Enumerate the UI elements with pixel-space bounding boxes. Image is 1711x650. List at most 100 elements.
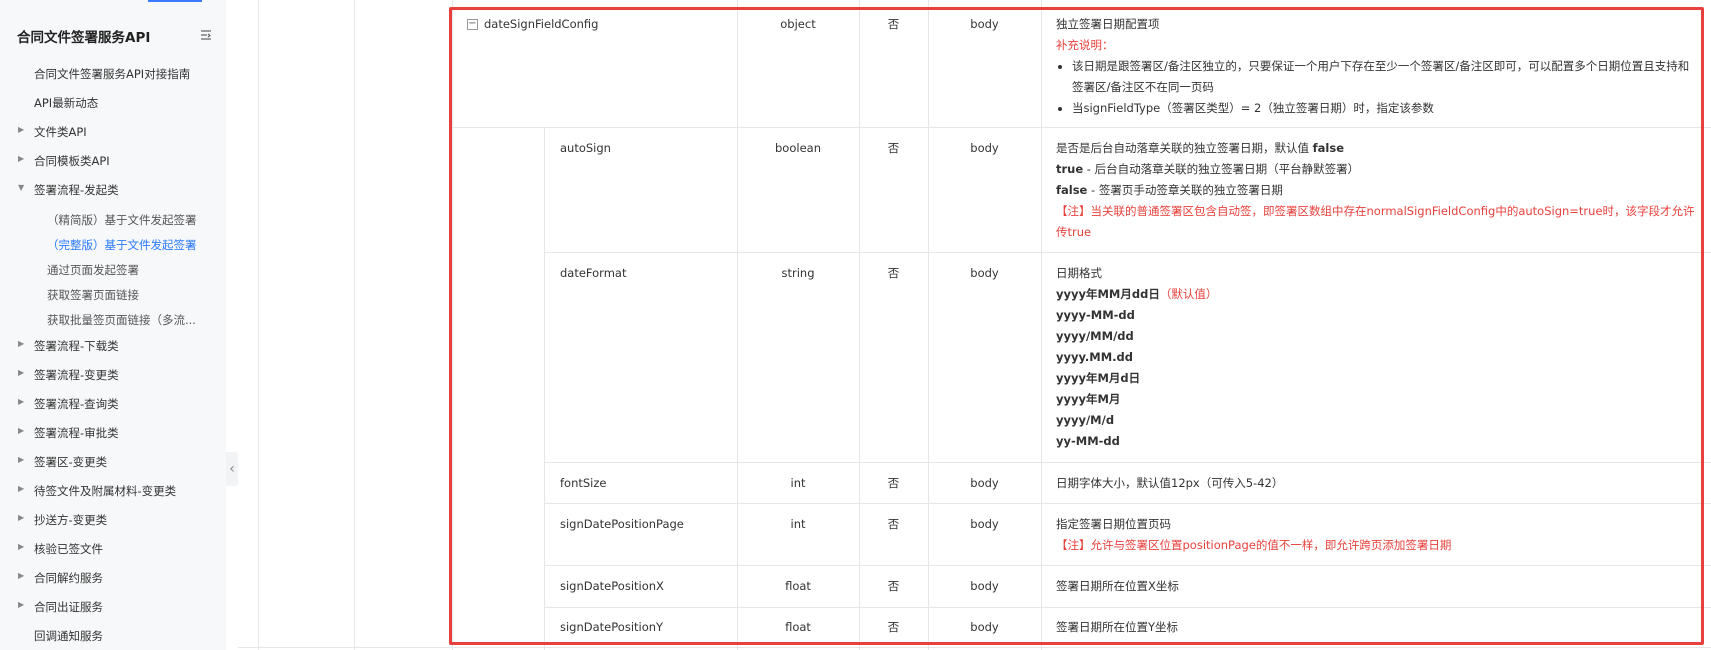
sidebar-item-download[interactable]: ▶ 签署流程-下载类 <box>0 335 226 357</box>
param-required: 否 <box>887 266 900 280</box>
param-description: 独立签署日期配置项 补充说明： 该日期是跟签署区/备注区独立的，只要保证一个用户… <box>1056 14 1696 119</box>
caret-right-icon: ▶ <box>18 600 25 609</box>
date-format-item: yyyy年M月 <box>1056 392 1121 406</box>
desc-text: 是否是后台自动落章关联的独立签署日期，默认值 false <box>1056 141 1345 155</box>
sidebar-item-label: 签署流程-发起类 <box>34 183 119 197</box>
sidebar-item-label: 签署流程-审批类 <box>34 426 119 440</box>
params-table: − dateSignFieldConfig object 否 body 独立签署… <box>238 0 1711 650</box>
param-description: 日期格式 yyyy年MM月dd日（默认值） yyyy-MM-dd yyyy/MM… <box>1056 263 1696 452</box>
sidebar-item-sign-flow-start[interactable]: ▼ 签署流程-发起类 <box>0 179 226 201</box>
param-name: signDatePositionPage <box>560 517 684 531</box>
sidebar-item-label: 签署流程-下载类 <box>34 339 119 353</box>
sidebar-item-label: 核验已签文件 <box>34 542 103 556</box>
param-required: 否 <box>887 517 900 531</box>
caret-right-icon: ▶ <box>18 154 25 163</box>
sidebar-item-change[interactable]: ▶ 签署流程-变更类 <box>0 364 226 386</box>
date-format-item: yyyy/M/d <box>1056 413 1115 427</box>
sidebar-item-label: （完整版）基于文件发起签署 <box>47 238 197 252</box>
sidebar-item-cc-change[interactable]: ▶ 抄送方-变更类 <box>0 509 226 531</box>
desc-text: 指定签署日期位置页码 <box>1056 517 1171 531</box>
sidebar-item-label: 签署流程-查询类 <box>34 397 119 411</box>
caret-right-icon: ▶ <box>18 455 25 464</box>
caret-right-icon: ▶ <box>18 397 25 406</box>
param-type: boolean <box>775 141 821 155</box>
desc-text: false - 签署页手动签章关联的独立签署日期 <box>1056 183 1283 197</box>
sidebar-item-query[interactable]: ▶ 签署流程-查询类 <box>0 393 226 415</box>
param-name: dateFormat <box>560 266 627 280</box>
sidebar-item-guide[interactable]: 合同文件签署服务API对接指南 <box>0 63 226 85</box>
param-location: body <box>970 476 999 490</box>
caret-right-icon: ▶ <box>18 125 25 134</box>
sidebar-item-label: 合同模板类API <box>34 154 110 168</box>
top-accent-bar <box>148 0 202 2</box>
desc-bullet: 该日期是跟签署区/备注区独立的，只要保证一个用户下存在至少一个签署区/备注区即可… <box>1072 56 1696 98</box>
sidebar-item-label: 文件类API <box>34 125 87 139</box>
sidebar-item-label: 签署流程-变更类 <box>34 368 119 382</box>
sidebar-item-simple-sign[interactable]: （精简版）基于文件发起签署 <box>0 209 226 231</box>
param-type: float <box>785 620 811 634</box>
param-type: int <box>790 517 806 531</box>
caret-right-icon: ▶ <box>18 426 25 435</box>
sidebar-item-full-sign[interactable]: （完整版）基于文件发起签署 <box>0 234 226 256</box>
param-location: body <box>970 266 999 280</box>
sidebar-item-evidence[interactable]: ▶ 合同出证服务 <box>0 596 226 618</box>
param-required: 否 <box>887 579 900 593</box>
param-description: 是否是后台自动落章关联的独立签署日期，默认值 false true - 后台自动… <box>1056 138 1696 243</box>
param-description: 签署日期所在位置X坐标 <box>1056 579 1179 593</box>
param-location: body <box>970 141 999 155</box>
param-type: object <box>780 17 816 31</box>
sidebar-item-batch-sign-url[interactable]: 获取批量签页面链接（多流... <box>0 309 226 331</box>
caret-right-icon: ▶ <box>18 368 25 377</box>
param-location: body <box>970 517 999 531</box>
sidebar-item-approve[interactable]: ▶ 签署流程-审批类 <box>0 422 226 444</box>
caret-right-icon: ▶ <box>18 542 25 551</box>
param-name: autoSign <box>560 141 611 155</box>
param-location: body <box>970 620 999 634</box>
sidebar-item-page-sign[interactable]: 通过页面发起签署 <box>0 259 226 281</box>
caret-right-icon: ▶ <box>18 571 25 580</box>
sidebar-item-file-api[interactable]: ▶ 文件类API <box>0 121 226 143</box>
sidebar-item-verify[interactable]: ▶ 核验已签文件 <box>0 538 226 560</box>
param-required: 否 <box>887 476 900 490</box>
date-format-item: yy-MM-dd <box>1056 434 1120 448</box>
caret-right-icon: ▶ <box>18 513 25 522</box>
desc-warning: 【注】允许与签署区位置positionPage的值不一样，即允许跨页添加签署日期 <box>1056 538 1452 552</box>
sidebar-item-label: （精简版）基于文件发起签署 <box>47 213 197 227</box>
param-required: 否 <box>887 620 900 634</box>
param-description: 指定签署日期位置页码 【注】允许与签署区位置positionPage的值不一样，… <box>1056 514 1696 556</box>
collapse-all-icon[interactable] <box>199 27 213 41</box>
sidebar-item-template-api[interactable]: ▶ 合同模板类API <box>0 150 226 172</box>
sidebar-item-label: 合同出证服务 <box>34 600 103 614</box>
sidebar-item-label: 获取签署页面链接 <box>47 288 139 302</box>
param-description: 签署日期所在位置Y坐标 <box>1056 620 1179 634</box>
param-type: string <box>781 266 815 280</box>
sidebar-item-label: 待签文件及附属材料-变更类 <box>34 484 177 498</box>
sidebar-collapse-handle[interactable]: ‹ <box>226 452 238 486</box>
param-location: body <box>970 17 999 31</box>
sidebar-item-label: 回调通知服务 <box>34 629 103 643</box>
param-type: int <box>790 476 806 490</box>
desc-warning: 【注】当关联的普通签署区包含自动签，即签署区数组中存在normalSignFie… <box>1056 204 1695 239</box>
date-format-item: yyyy年MM月dd日（默认值） <box>1056 287 1218 301</box>
sidebar-item-latest[interactable]: API最新动态 <box>0 92 226 114</box>
sidebar-item-label: 抄送方-变更类 <box>34 513 108 527</box>
row-collapse-toggle[interactable]: − <box>467 19 478 30</box>
param-name: signDatePositionY <box>560 620 664 634</box>
sidebar-item-sign-field-change[interactable]: ▶ 签署区-变更类 <box>0 451 226 473</box>
sidebar-item-terminate[interactable]: ▶ 合同解约服务 <box>0 567 226 589</box>
param-name: fontSize <box>560 476 607 490</box>
param-type: float <box>785 579 811 593</box>
param-location: body <box>970 579 999 593</box>
desc-text: true - 后台自动落章关联的独立签署日期（平台静默签署） <box>1056 162 1360 176</box>
desc-text: 日期格式 <box>1056 266 1102 280</box>
sidebar-item-label: 通过页面发起签署 <box>47 263 139 277</box>
desc-text: 独立签署日期配置项 <box>1056 17 1160 31</box>
desc-bullet: 当signFieldType（签署区类型）= 2（独立签署日期）时，指定该参数 <box>1072 98 1696 119</box>
caret-right-icon: ▶ <box>18 339 25 348</box>
chevron-left-icon: ‹ <box>229 461 235 477</box>
sidebar-item-doc-change[interactable]: ▶ 待签文件及附属材料-变更类 <box>0 480 226 502</box>
sidebar-item-callback[interactable]: 回调通知服务 <box>0 625 226 647</box>
caret-down-icon: ▼ <box>18 183 25 192</box>
param-name: signDatePositionX <box>560 579 664 593</box>
sidebar-item-sign-url[interactable]: 获取签署页面链接 <box>0 284 226 306</box>
